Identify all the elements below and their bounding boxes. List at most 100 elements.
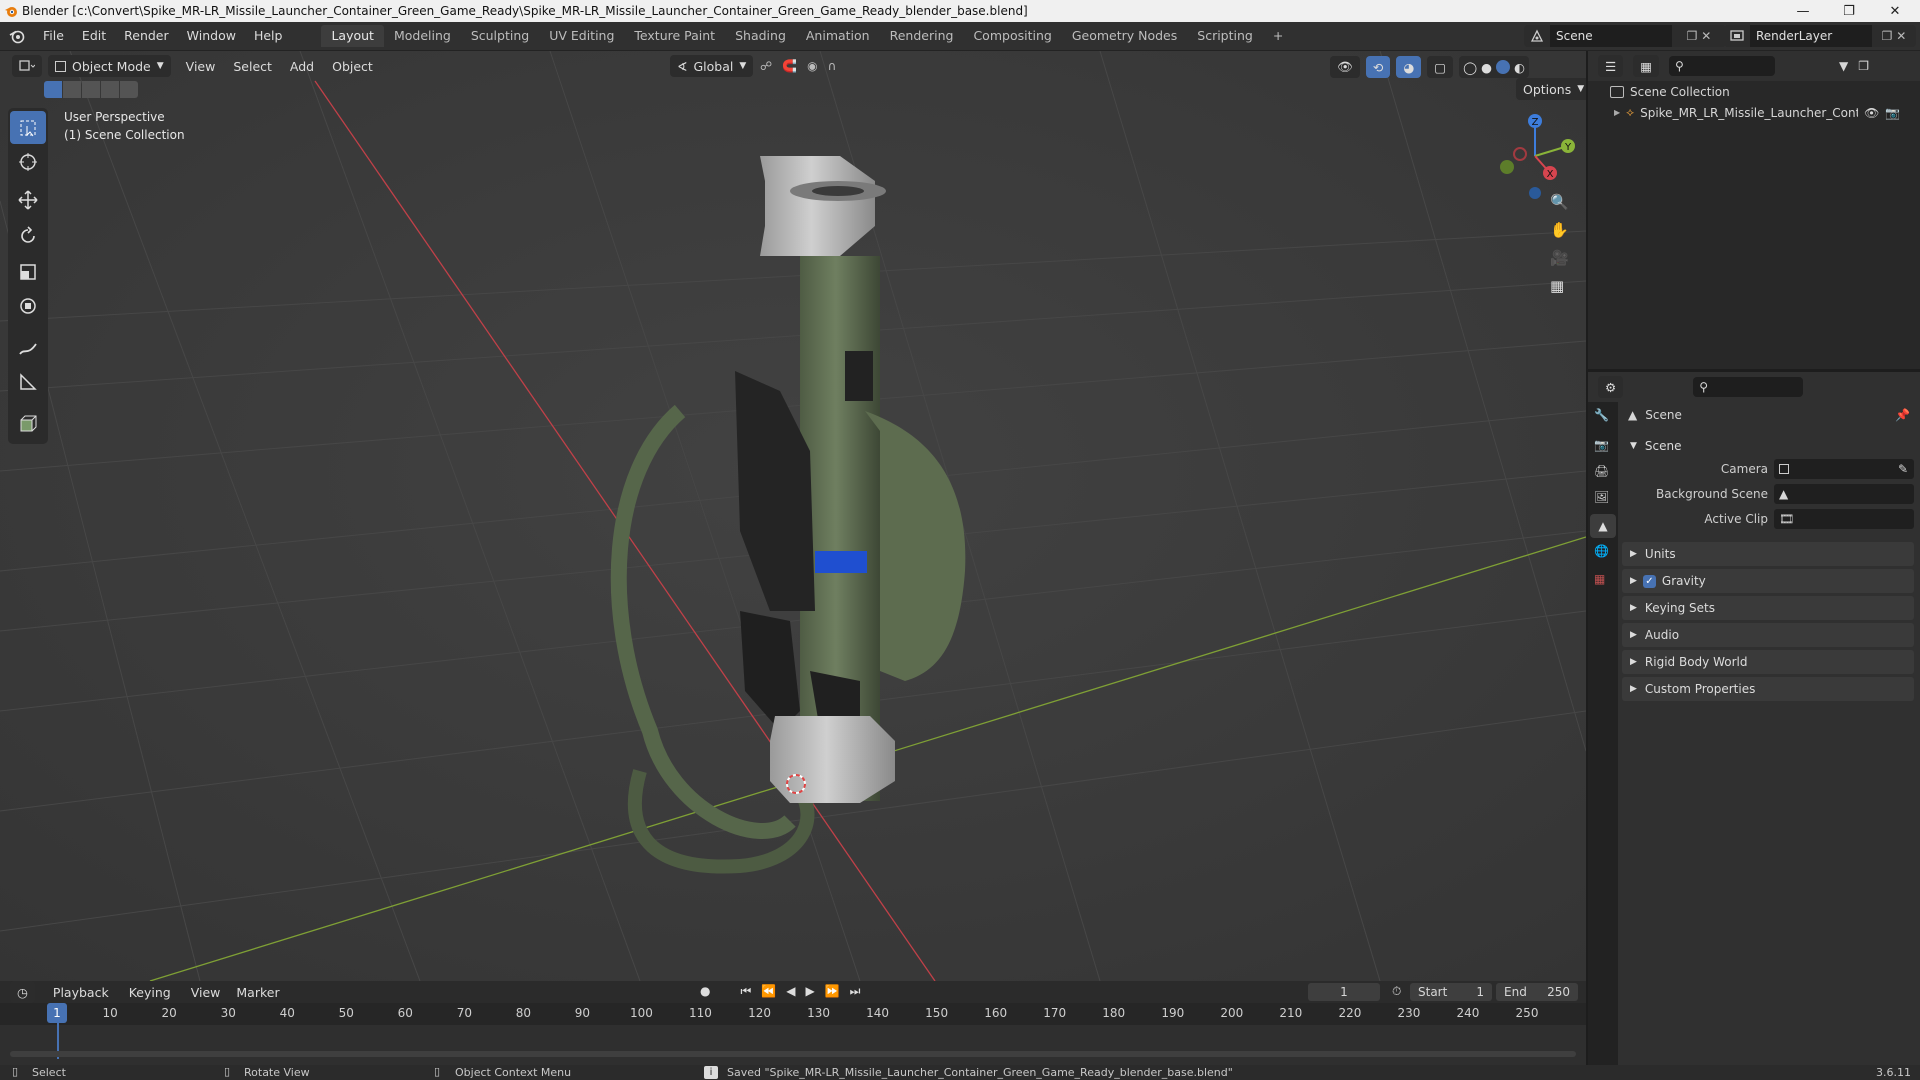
menu-help[interactable]: Help — [245, 25, 292, 47]
outliner-editor-type-icon[interactable]: ☰ — [1598, 55, 1624, 77]
select-new-icon[interactable] — [44, 81, 62, 98]
play-reverse-icon[interactable]: ◀ — [786, 984, 795, 999]
renderlayer-selector[interactable]: RenderLayer ❐ ✕ — [1724, 25, 1916, 47]
shading-mode-group[interactable]: ◯ ● ◐ — [1459, 56, 1529, 78]
properties-search-input[interactable]: ⚲ — [1693, 377, 1804, 397]
timeline-menu-marker[interactable]: Marker — [228, 985, 287, 1000]
keying-sets-panel[interactable]: ▶ Keying Sets — [1622, 596, 1914, 620]
rigid-body-world-panel[interactable]: ▶ Rigid Body World — [1622, 650, 1914, 674]
workspace-tab-rendering[interactable]: Rendering — [880, 25, 964, 47]
record-icon[interactable]: ● — [700, 984, 710, 999]
timeline-track-area[interactable]: 1 10 20 30 40 50 60 70 80 90 100 110 120 130 140 150 160… — [0, 1003, 1586, 1065]
measure-tool[interactable] — [10, 365, 46, 398]
timeline-menu-keying[interactable]: Keying — [121, 985, 179, 1000]
start-frame-field[interactable]: Start 1 — [1410, 983, 1492, 1001]
next-keyframe-icon[interactable]: ⏩ — [825, 984, 840, 999]
workspace-tab-texture-paint[interactable]: Texture Paint — [624, 25, 725, 47]
gravity-panel[interactable]: ▶ ✓ Gravity — [1622, 569, 1914, 593]
zoom-icon[interactable]: 🔍 — [1550, 193, 1569, 211]
scale-tool[interactable] — [10, 255, 46, 288]
scene-selector[interactable]: Scene ❐ ✕ — [1524, 25, 1726, 47]
workspace-tab-layout[interactable]: Layout — [321, 25, 384, 47]
scene-actions[interactable]: ❐ ✕ — [1672, 25, 1726, 47]
viewport-menu-select[interactable]: Select — [224, 59, 281, 74]
menu-edit[interactable]: Edit — [73, 25, 115, 47]
workspace-tab-sculpting[interactable]: Sculpting — [461, 25, 539, 47]
grid-toggle-icon[interactable]: ▦ — [1550, 277, 1569, 295]
viewport-menu-object[interactable]: Object — [323, 59, 382, 74]
transform-orientation-dropdown[interactable]: ∢ Global ▼ — [670, 55, 754, 77]
outliner-row-object[interactable]: ▶ ⟡ Spike_MR_LR_Missile_Launcher_Contair… — [1614, 105, 1914, 120]
camera-view-icon[interactable]: 🎥 — [1550, 249, 1569, 267]
end-frame-field[interactable]: End 250 — [1496, 983, 1578, 1001]
workspace-tab-scripting[interactable]: Scripting — [1187, 25, 1263, 47]
select-subtract-icon[interactable] — [82, 81, 100, 98]
menu-file[interactable]: File — [34, 25, 73, 47]
maximize-button[interactable]: ❐ — [1826, 0, 1872, 22]
timeline-menu-playback[interactable]: Playback — [45, 985, 117, 1000]
stopwatch-icon[interactable]: ⏱ — [1392, 984, 1401, 999]
display-mode-icon[interactable]: ▦ — [1633, 55, 1660, 77]
workspace-tab-modeling[interactable]: Modeling — [384, 25, 461, 47]
camera-field[interactable]: ✎ — [1774, 459, 1914, 479]
jump-end-icon[interactable]: ⏭ — [850, 984, 861, 999]
close-button[interactable]: ✕ — [1872, 0, 1918, 22]
render-camera-icon[interactable]: 📷 — [1885, 106, 1900, 120]
tool-tab-icon[interactable]: 🔧 — [1594, 408, 1609, 422]
material-shading-icon[interactable] — [1496, 60, 1511, 74]
workspace-tab-add[interactable]: + — [1263, 25, 1293, 47]
mode-dropdown[interactable]: Object Mode ▼ — [48, 55, 171, 77]
snap-icon[interactable]: 🧲 — [782, 59, 797, 73]
workspace-tab-compositing[interactable]: Compositing — [963, 25, 1061, 47]
audio-panel[interactable]: ▶ Audio — [1622, 623, 1914, 647]
select-invert-icon[interactable] — [101, 81, 119, 98]
custom-properties-panel[interactable]: ▶ Custom Properties — [1622, 677, 1914, 701]
workspace-tab-shading[interactable]: Shading — [725, 25, 796, 47]
scene-panel-header[interactable]: ▼ Scene — [1622, 434, 1914, 458]
workspace-tab-geometry-nodes[interactable]: Geometry Nodes — [1062, 25, 1187, 47]
view-layer-tab-icon[interactable]: 🖼 — [1594, 490, 1609, 504]
expand-arrow-icon[interactable]: ▶ — [1614, 108, 1620, 117]
texture-tab-icon[interactable]: ▦ — [1594, 572, 1605, 586]
gravity-checkbox[interactable]: ✓ — [1642, 574, 1656, 588]
solid-shading-icon[interactable]: ● — [1481, 60, 1492, 75]
current-frame-field[interactable]: 1 — [1308, 983, 1380, 1001]
active-clip-field[interactable]: 🎞 — [1774, 509, 1914, 529]
visibility-icon[interactable]: 👁 — [1330, 56, 1360, 78]
background-scene-field[interactable]: ▲ — [1774, 484, 1914, 504]
scene-tab-icon[interactable]: ▲ — [1590, 514, 1616, 538]
menu-window[interactable]: Window — [178, 25, 245, 47]
pivot-icon[interactable]: ☍ — [760, 59, 772, 73]
editor-type-menu[interactable] — [12, 55, 42, 77]
pan-hand-icon[interactable]: ✋ — [1550, 221, 1569, 239]
blender-menu-icon[interactable] — [0, 28, 34, 44]
add-cube-tool[interactable] — [10, 407, 46, 440]
prev-keyframe-icon[interactable]: ⏪ — [761, 984, 776, 999]
outliner-search-input[interactable]: ⚲ — [1669, 56, 1776, 76]
filter-icon[interactable]: ▼ — [1839, 59, 1848, 73]
move-tool[interactable] — [10, 183, 46, 216]
menu-render[interactable]: Render — [115, 25, 178, 47]
select-box-tool[interactable] — [10, 111, 46, 144]
render-tab-icon[interactable]: 📷 — [1594, 438, 1609, 452]
world-tab-icon[interactable]: 🌐 — [1594, 544, 1609, 558]
transform-tool[interactable] — [10, 289, 46, 322]
pivot-snap-tools[interactable]: ☍ 🧲 ◉ ∩ — [760, 59, 836, 73]
timeline-scrollbar[interactable] — [10, 1051, 1576, 1057]
select-extend-icon[interactable] — [63, 81, 81, 98]
rendered-shading-icon[interactable]: ◐ — [1514, 60, 1525, 75]
3d-viewport[interactable]: Object Mode ▼ View Select Add Object ∢ Glob… — [0, 51, 1586, 981]
select-intersect-icon[interactable] — [120, 81, 138, 98]
xray-icon[interactable]: ▢ — [1427, 56, 1454, 78]
timeline-menu-view[interactable]: View — [183, 985, 229, 1000]
timeline-editor-type-icon[interactable]: ◷ — [10, 981, 35, 1003]
viewport-menu-view[interactable]: View — [177, 59, 225, 74]
properties-editor-type-icon[interactable]: ⚙ — [1598, 376, 1624, 398]
workspace-tab-uv-editing[interactable]: UV Editing — [539, 25, 624, 47]
rotate-tool[interactable] — [10, 219, 46, 252]
options-dropdown[interactable]: Options ▼ — [1516, 78, 1586, 100]
play-icon[interactable]: ▶ — [805, 984, 814, 999]
output-tab-icon[interactable]: 🖨 — [1594, 464, 1609, 478]
viewport-menu-add[interactable]: Add — [281, 59, 323, 74]
units-panel[interactable]: ▶ Units — [1622, 542, 1914, 566]
